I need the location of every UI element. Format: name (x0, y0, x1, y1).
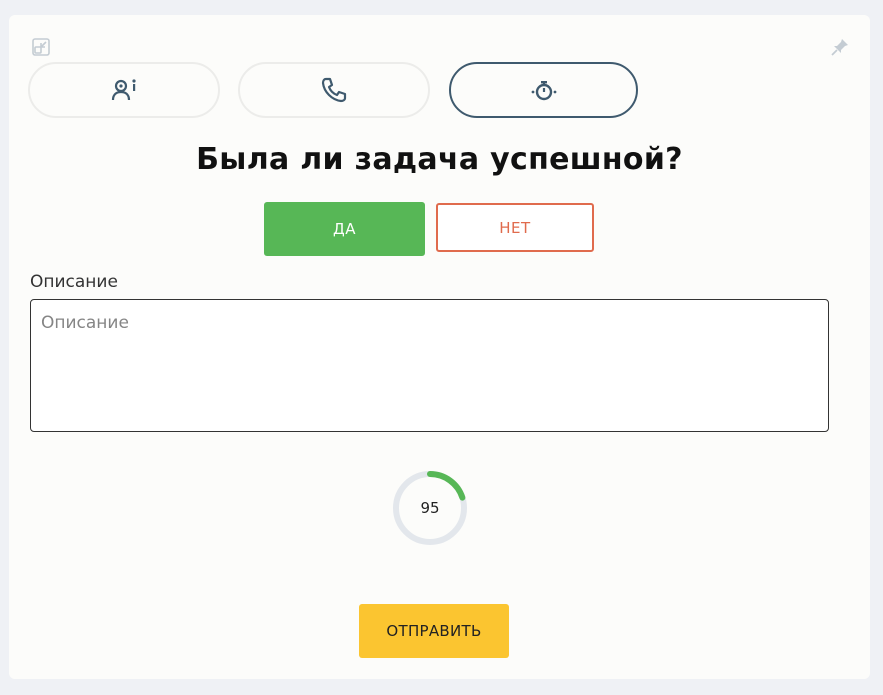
tab-stopwatch[interactable] (449, 62, 638, 118)
no-button[interactable]: НЕТ (436, 203, 594, 252)
tab-phone[interactable] (238, 62, 430, 118)
yes-button[interactable]: ДА (264, 202, 425, 256)
user-info-icon (111, 79, 136, 101)
stopwatch-icon (531, 81, 556, 101)
collapse-icon[interactable] (30, 36, 52, 58)
tab-user-info[interactable] (28, 62, 220, 118)
description-label: Описание (30, 272, 118, 292)
submit-button[interactable]: ОТПРАВИТЬ (359, 604, 509, 658)
timer-value: 95 (420, 499, 440, 517)
countdown-timer: 95 (391, 469, 469, 547)
pin-icon[interactable] (829, 36, 851, 58)
question-title: Была ли задача успешной? (196, 142, 683, 177)
phone-icon (321, 77, 347, 103)
description-input[interactable] (30, 299, 829, 432)
feedback-panel: Была ли задача успешной? ДА НЕТ Описание… (9, 15, 870, 679)
